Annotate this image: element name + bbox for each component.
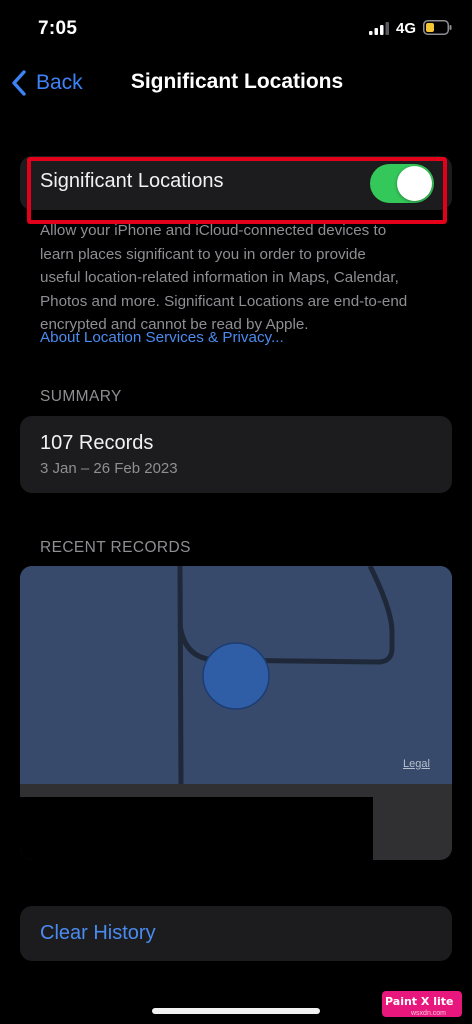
summary-records-cell[interactable]: 107 Records 3 Jan – 26 Feb 2023	[20, 416, 452, 493]
footer-line: useful location-related information in M…	[40, 269, 399, 287]
footer-line: Photos and more. Significant Locations a…	[40, 292, 408, 310]
summary-header: SUMMARY	[40, 388, 122, 405]
significant-locations-label: Significant Locations	[40, 170, 224, 192]
records-count: 107 Records	[40, 432, 154, 454]
significant-locations-toggle[interactable]	[370, 164, 434, 203]
network-type: 4G	[396, 20, 417, 37]
clear-history-button[interactable]: Clear History	[20, 906, 452, 961]
page-title: Significant Locations	[130, 70, 344, 93]
status-time: 7:05	[38, 18, 78, 39]
home-indicator	[152, 1008, 320, 1014]
toggle-knob	[397, 166, 432, 201]
recent-records-header: RECENT RECORDS	[40, 539, 191, 556]
map-legal-link[interactable]: Legal	[403, 758, 430, 770]
toggle-footer-description: Allow your iPhone and iCloud-connected d…	[40, 219, 440, 337]
watermark-brand: Paint X lite	[385, 995, 454, 1008]
records-date-range: 3 Jan – 26 Feb 2023	[40, 460, 178, 477]
clear-history-label: Clear History	[40, 922, 156, 944]
signal-bars-icon	[369, 22, 389, 35]
footer-line: Allow your iPhone and iCloud-connected d…	[40, 222, 387, 239]
watermark-site: wsxdn.com	[411, 1010, 447, 1017]
map-roads	[177, 566, 395, 784]
about-location-services-link[interactable]: About Location Services & Privacy...	[40, 329, 284, 346]
recent-records-card: Legal	[20, 566, 452, 860]
recent-records-map[interactable]: Legal	[20, 566, 452, 784]
redacted-record-entry	[20, 797, 373, 860]
battery-low-icon	[423, 20, 452, 35]
footer-line: learn places significant to you in order…	[40, 245, 366, 263]
